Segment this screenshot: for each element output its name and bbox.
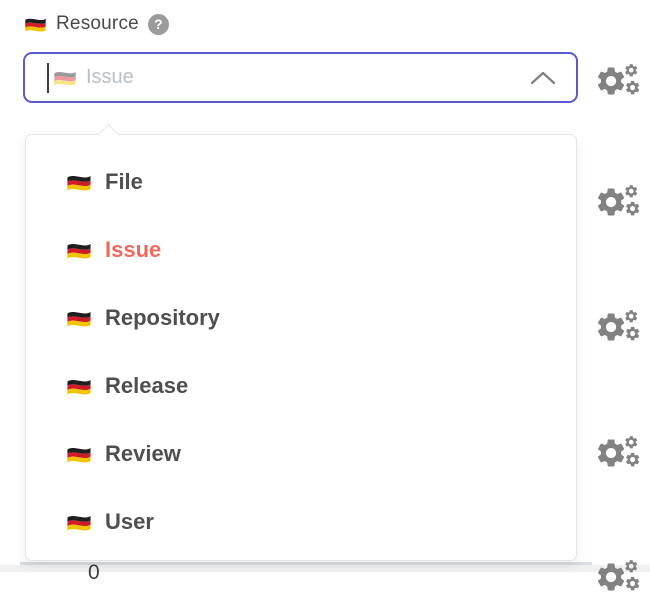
german-flag-icon	[24, 16, 47, 33]
option-label: Repository	[105, 305, 220, 331]
help-glyph: ?	[154, 17, 163, 31]
german-flag-icon	[53, 69, 77, 87]
help-icon[interactable]: ?	[148, 14, 169, 35]
option-list: File Issue Repository Release Review	[26, 135, 576, 556]
german-flag-icon	[66, 445, 92, 464]
german-flag-icon	[66, 309, 92, 328]
german-flag-icon	[66, 173, 92, 192]
select-placeholder: Issue	[86, 66, 134, 89]
gears-settings-icon[interactable]	[597, 307, 642, 347]
option-label: Release	[105, 373, 188, 399]
option-repository[interactable]: Repository	[26, 284, 576, 352]
german-flag-icon	[66, 513, 92, 532]
german-flag-icon	[66, 377, 92, 396]
option-label: User	[105, 509, 154, 535]
option-label: Review	[105, 441, 181, 467]
gears-settings-icon[interactable]	[597, 557, 642, 597]
resource-select-input[interactable]: Issue	[23, 52, 578, 103]
dropdown-menu: File Issue Repository Release Review	[25, 134, 577, 561]
option-file[interactable]: File	[26, 148, 576, 216]
german-flag-icon	[66, 241, 92, 260]
option-label: Issue	[105, 237, 161, 263]
field-header: Resource ?	[24, 13, 169, 35]
option-user[interactable]: User	[26, 488, 576, 556]
chevron-up-icon[interactable]	[530, 70, 556, 86]
gears-settings-icon[interactable]	[597, 61, 642, 101]
gears-settings-icon[interactable]	[597, 182, 642, 222]
option-issue[interactable]: Issue	[26, 216, 576, 284]
field-label: Resource	[56, 13, 139, 35]
background-partial-value: 0	[88, 561, 100, 585]
option-release[interactable]: Release	[26, 352, 576, 420]
gears-settings-icon[interactable]	[597, 433, 642, 473]
option-label: File	[105, 169, 143, 195]
option-review[interactable]: Review	[26, 420, 576, 488]
text-cursor	[47, 63, 49, 93]
